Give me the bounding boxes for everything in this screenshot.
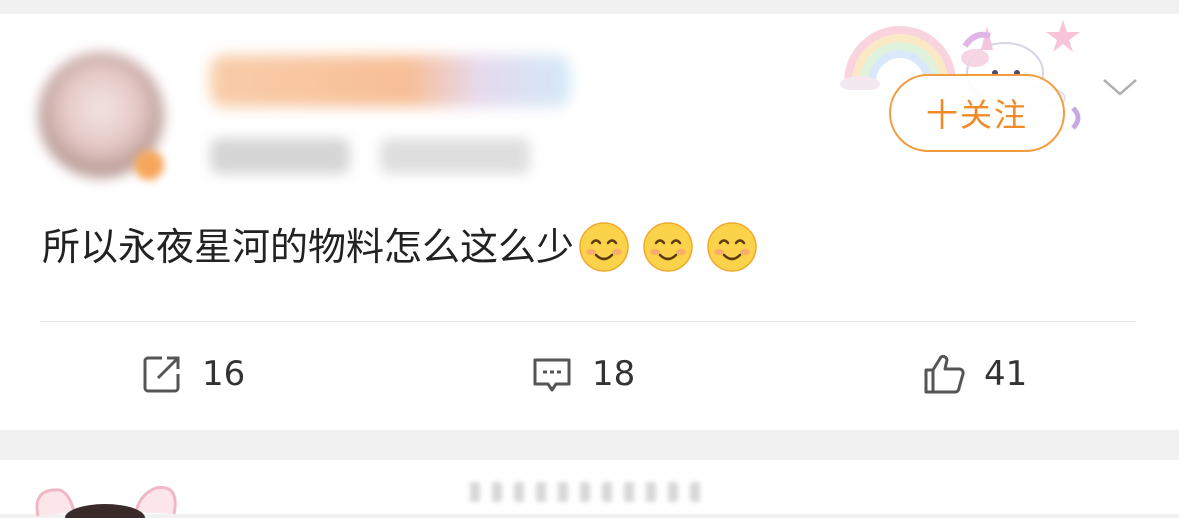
post-text: 所以永夜星河的物料怎么这么少 xyxy=(42,225,575,269)
comment-icon xyxy=(533,358,571,392)
action-divider xyxy=(40,321,1136,322)
smile-emoji-icon xyxy=(643,222,693,272)
next-post-header-blurred xyxy=(470,482,710,502)
top-separator xyxy=(0,0,1179,14)
comment-button[interactable]: 18 xyxy=(530,350,635,398)
smile-emoji-icon xyxy=(707,222,757,272)
post-content: 所以永夜星河的物料怎么这么少 xyxy=(42,222,758,272)
avatar-badge-icon xyxy=(134,150,164,180)
comment-count: 18 xyxy=(592,354,636,394)
like-count: 41 xyxy=(984,354,1028,394)
bunny-ears-avatar-decoration-icon xyxy=(35,486,177,518)
post-time-blurred xyxy=(210,138,350,174)
repost-icon xyxy=(143,356,180,393)
username-blurred[interactable] xyxy=(210,55,570,107)
thumbs-up-icon xyxy=(924,354,965,394)
post-source-blurred xyxy=(380,138,530,174)
like-button[interactable]: 41 xyxy=(922,350,1027,398)
follow-button-label: 十关注 xyxy=(925,96,1028,134)
follow-button[interactable]: 十关注 xyxy=(889,74,1065,152)
repost-button[interactable]: 16 xyxy=(140,350,245,398)
chevron-down-icon[interactable] xyxy=(1100,72,1140,102)
repost-count: 16 xyxy=(202,354,246,394)
smile-emoji-icon xyxy=(579,222,629,272)
